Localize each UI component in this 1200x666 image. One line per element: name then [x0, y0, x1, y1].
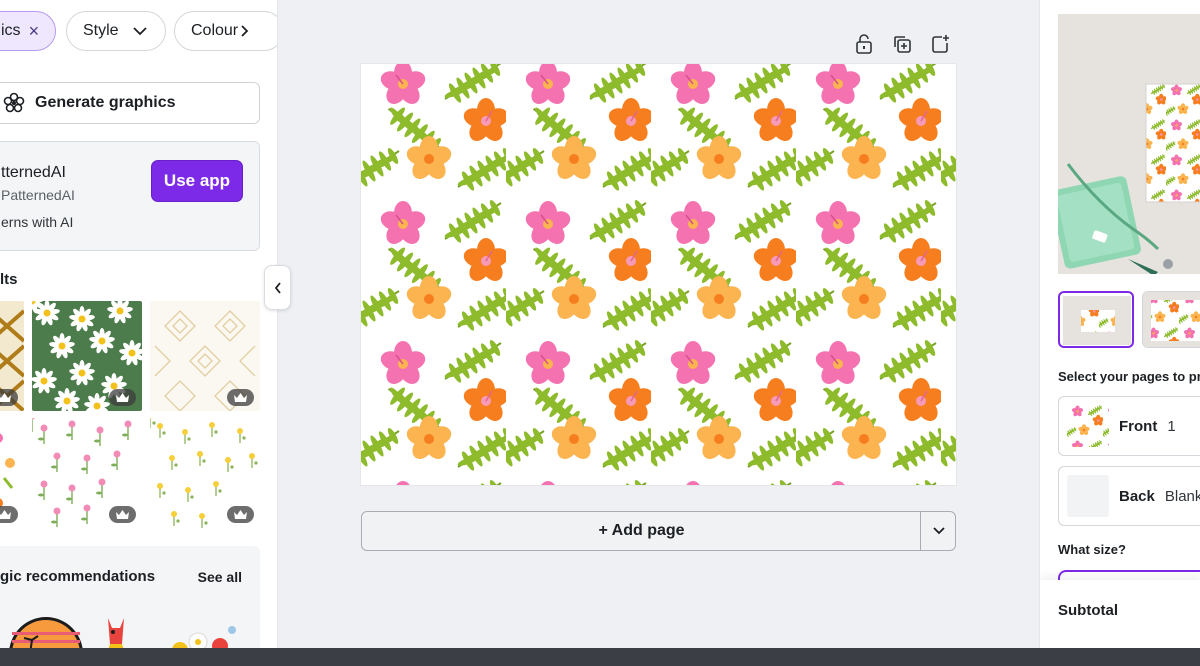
magic-flower-icon: [3, 92, 25, 114]
graphics-filter-chip[interactable]: ics ×: [0, 11, 56, 51]
style-filter-chip[interactable]: Style: [66, 11, 166, 51]
chevron-down-icon: [932, 527, 945, 535]
page-number: 1: [1167, 417, 1176, 435]
recommendation-flowers-graphic[interactable]: [170, 620, 240, 648]
add-page-bar: + Add page: [361, 511, 956, 551]
colour-filter-label: Colour: [191, 22, 239, 39]
duplicate-icon[interactable]: [892, 34, 912, 54]
crown-icon: [109, 506, 136, 523]
add-page-icon[interactable]: [930, 34, 950, 54]
recommendation-sunset-graphic[interactable]: [8, 614, 84, 648]
graphic-result-thumbnail[interactable]: [0, 418, 24, 528]
results-heading: lts: [0, 271, 18, 288]
chevron-down-icon: [132, 26, 147, 36]
app-card: tternedAI PatternedAI erns with AI Use a…: [0, 141, 260, 251]
page-name: Back: [1119, 487, 1155, 505]
subtotal-bar: Subtotal: [1040, 580, 1200, 648]
magic-recommendations: gic recommendations See all: [0, 546, 260, 648]
side-panel: ics × Style Colour Generate graphics tte…: [0, 0, 278, 648]
page-value: Blank: [1164, 487, 1200, 505]
product-mockup-preview: [1058, 14, 1200, 274]
mockup-view-thumbnail[interactable]: [1142, 291, 1200, 348]
mockup-view-thumbnail-selected[interactable]: [1058, 291, 1134, 348]
tropical-hibiscus-pattern: [361, 64, 956, 485]
chevron-right-icon: [241, 25, 249, 37]
crown-icon: [227, 389, 254, 406]
chevron-left-icon: [274, 281, 282, 294]
generate-graphics-label: Generate graphics: [35, 94, 176, 111]
lock-icon[interactable]: [854, 34, 874, 54]
use-app-button[interactable]: Use app: [151, 160, 243, 202]
crown-icon: [0, 389, 18, 406]
editor-window: ics × Style Colour Generate graphics tte…: [0, 0, 1200, 666]
close-icon[interactable]: ×: [29, 21, 40, 42]
generate-graphics-button[interactable]: Generate graphics: [0, 82, 260, 124]
page-name: Front: [1119, 417, 1158, 435]
crown-icon: [109, 389, 136, 406]
graphic-result-thumbnail[interactable]: [32, 301, 142, 411]
size-label: What size?: [1058, 542, 1126, 557]
graphic-result-thumbnail[interactable]: [150, 418, 260, 528]
graphic-result-thumbnail[interactable]: [32, 418, 142, 528]
app-name: tternedAI: [1, 164, 66, 181]
add-page-options-button[interactable]: [921, 512, 956, 550]
front-page-option[interactable]: Front 1: [1058, 396, 1200, 456]
add-page-button[interactable]: + Add page: [362, 512, 921, 550]
colour-filter-chip[interactable]: Colour: [174, 11, 277, 51]
front-page-thumbnail: [1067, 405, 1109, 447]
back-page-option[interactable]: Back Blank: [1058, 466, 1200, 526]
style-filter-label: Style: [83, 22, 119, 39]
bottom-strip: [0, 648, 1200, 666]
recommendation-llama-graphic[interactable]: [100, 614, 132, 648]
back-page-thumbnail: [1067, 475, 1109, 517]
app-description: erns with AI: [1, 214, 74, 230]
graphics-filter-label: ics: [1, 22, 21, 39]
graphic-result-thumbnail[interactable]: [150, 301, 260, 411]
subtotal-label: Subtotal: [1058, 602, 1118, 619]
graphic-result-thumbnail[interactable]: [0, 301, 24, 411]
app-handle: PatternedAI: [1, 187, 75, 203]
recommendations-title: gic recommendations: [0, 568, 156, 585]
crown-icon: [227, 506, 254, 523]
select-pages-label: Select your pages to pri: [1058, 369, 1200, 384]
design-canvas[interactable]: [361, 64, 956, 485]
collapse-panel-button[interactable]: [264, 265, 291, 310]
print-panel: Select your pages to pri Front 1 Back Bl…: [1039, 0, 1200, 648]
crown-icon: [0, 506, 18, 523]
see-all-link[interactable]: See all: [198, 569, 242, 585]
